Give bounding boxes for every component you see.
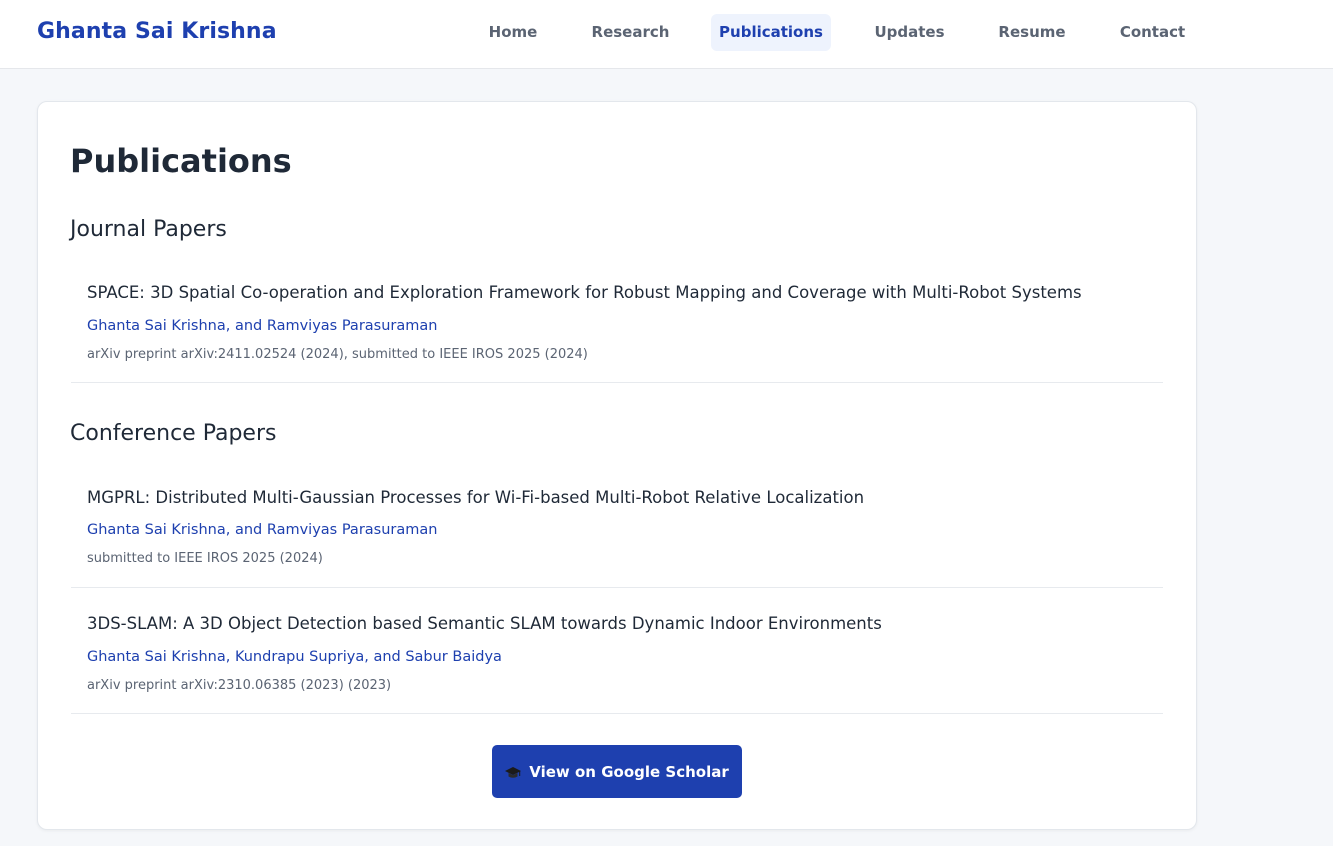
nav-home[interactable]: Home xyxy=(472,14,554,51)
section-title-conference-papers: Conference Papers xyxy=(70,421,277,446)
publication-title: SPACE: 3D Spatial Co-operation and Explo… xyxy=(87,283,1082,302)
publication-venue: arXiv preprint arXiv:2411.02524 (2024), … xyxy=(87,347,588,362)
graduation-cap-icon xyxy=(505,766,522,780)
publication-item: 3DS-SLAM: A 3D Object Detection based Se… xyxy=(71,588,1163,714)
top-navigation-bar: Ghanta Sai Krishna Home Research Publica… xyxy=(0,0,1333,69)
page-title: Publications xyxy=(70,142,292,180)
publication-venue: submitted to IEEE IROS 2025 (2024) xyxy=(87,551,323,566)
publication-venue: arXiv preprint arXiv:2310.06385 (2023) (… xyxy=(87,678,392,693)
nav-research[interactable]: Research xyxy=(580,14,681,51)
nav-resume[interactable]: Resume xyxy=(987,14,1077,51)
publication-title: 3DS-SLAM: A 3D Object Detection based Se… xyxy=(87,614,882,633)
nav-publications[interactable]: Publications xyxy=(711,14,831,51)
publication-authors: Ghanta Sai Krishna, and Ramviyas Parasur… xyxy=(87,318,438,334)
scholar-button-label: View on Google Scholar xyxy=(529,762,729,781)
site-brand[interactable]: Ghanta Sai Krishna xyxy=(37,19,277,44)
nav-updates[interactable]: Updates xyxy=(862,14,957,51)
publication-item: MGPRL: Distributed Multi-Gaussian Proces… xyxy=(71,470,1163,588)
section-title-journal-papers: Journal Papers xyxy=(70,217,227,242)
publication-authors: Ghanta Sai Krishna, and Ramviyas Parasur… xyxy=(87,522,438,538)
publication-authors: Ghanta Sai Krishna, Kundrapu Supriya, an… xyxy=(87,649,502,665)
view-on-google-scholar-button[interactable]: View on Google Scholar xyxy=(492,745,742,798)
publication-title: MGPRL: Distributed Multi-Gaussian Proces… xyxy=(87,488,865,507)
publications-card: Publications Journal Papers SPACE: 3D Sp… xyxy=(37,101,1197,830)
publication-item: SPACE: 3D Spatial Co-operation and Explo… xyxy=(71,266,1163,383)
nav-contact[interactable]: Contact xyxy=(1107,14,1198,51)
